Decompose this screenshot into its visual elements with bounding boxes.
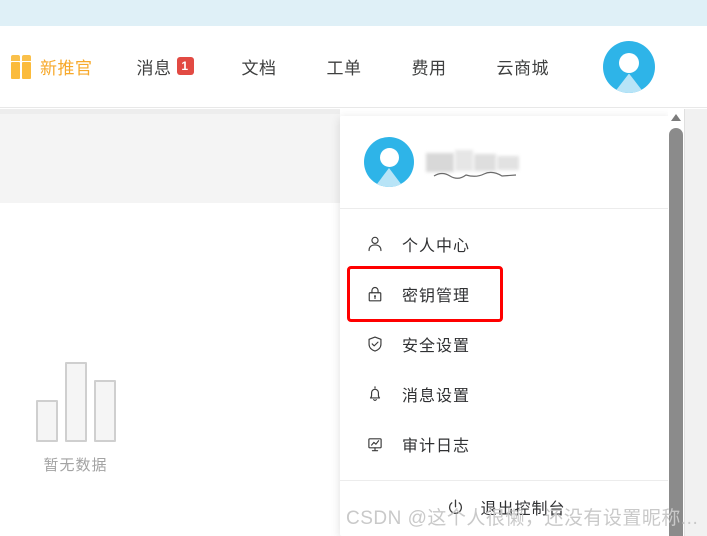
menu-item-security-settings-label: 安全设置	[402, 338, 471, 355]
content-gray-band	[0, 109, 340, 203]
top-navigation-bar: 新推官 消息 1 文档 工单 费用 云商城	[0, 26, 707, 108]
empty-state-label: 暂无数据	[43, 457, 108, 474]
messages-badge: 1	[176, 56, 194, 75]
nav-item-tickets[interactable]: 工单	[327, 26, 362, 107]
avatar-head-icon	[379, 148, 399, 167]
nav-item-promo[interactable]: 新推官	[10, 26, 93, 107]
shield-icon	[364, 333, 386, 355]
menu-item-audit-log[interactable]: 审计日志	[340, 419, 670, 469]
nav-item-promo-label: 新推官	[40, 59, 93, 78]
vertical-scrollbar[interactable]	[668, 109, 684, 536]
lock-icon	[364, 283, 386, 305]
logout-button-label: 退出控制台	[480, 501, 566, 518]
top-banner-strip	[0, 0, 707, 26]
nav-item-marketplace-label: 云商城	[496, 59, 549, 78]
chevron-up-icon[interactable]	[668, 109, 684, 125]
nav-item-docs-label: 文档	[241, 59, 277, 78]
menu-item-personal-center-label: 个人中心	[402, 238, 471, 255]
avatar-head-icon	[619, 52, 639, 73]
app-screen: 新推官 消息 1 文档 工单 费用 云商城 暂无数据 个人中心 密钥管理 安全设…	[0, 0, 707, 536]
menu-item-security-settings[interactable]: 安全设置	[340, 319, 670, 369]
scrollbar-outer-track	[684, 109, 707, 536]
bell-icon	[364, 383, 386, 405]
dropdown-avatar	[364, 137, 414, 187]
empty-state: 暂无数据	[8, 352, 143, 475]
gift-icon	[10, 54, 32, 79]
nav-item-marketplace[interactable]: 云商城	[497, 26, 550, 107]
menu-item-key-management-label: 密钥管理	[402, 288, 471, 305]
avatar-body-icon	[612, 73, 646, 93]
power-icon	[444, 496, 466, 518]
menu-item-audit-log-label: 审计日志	[402, 438, 471, 455]
menu-item-key-management[interactable]: 密钥管理	[347, 266, 503, 322]
nav-item-docs[interactable]: 文档	[242, 26, 277, 107]
logout-section: 退出控制台	[340, 481, 670, 533]
audit-log-icon	[364, 433, 386, 455]
nav-item-messages-label: 消息	[136, 59, 172, 78]
menu-item-message-settings-label: 消息设置	[402, 388, 471, 405]
dropdown-user-header[interactable]	[340, 116, 670, 208]
scrollbar-thumb[interactable]	[669, 128, 683, 536]
header-avatar[interactable]	[603, 40, 655, 93]
account-dropdown-panel: 个人中心 密钥管理 安全设置 消息设置 审计日志 退出控制台	[340, 116, 670, 536]
user-icon	[364, 233, 386, 255]
page-content-area: 暂无数据 个人中心 密钥管理 安全设置 消息设置 审计日志 退出控制台	[0, 109, 707, 536]
avatar-body-icon	[372, 168, 406, 187]
empty-bar-chart-icon	[8, 352, 143, 442]
menu-item-message-settings[interactable]: 消息设置	[340, 369, 670, 419]
nav-item-tickets-label: 工单	[326, 59, 362, 78]
logout-button[interactable]: 退出控制台	[340, 481, 670, 533]
nav-item-billing[interactable]: 费用	[412, 26, 447, 107]
dropdown-menu-list: 个人中心 密钥管理 安全设置 消息设置 审计日志	[340, 209, 670, 469]
nav-item-billing-label: 费用	[411, 59, 447, 78]
redaction-scribble-icon	[433, 171, 517, 179]
menu-item-personal-center[interactable]: 个人中心	[340, 219, 670, 269]
nav-item-messages[interactable]: 消息 1	[137, 26, 194, 107]
username-redacted	[426, 149, 522, 179]
